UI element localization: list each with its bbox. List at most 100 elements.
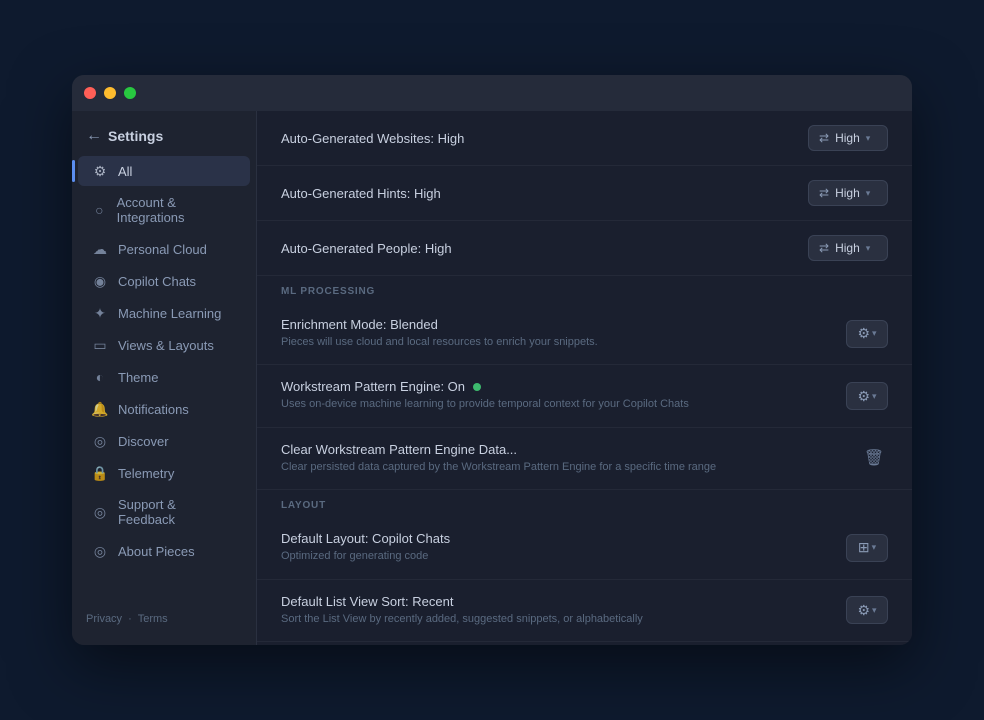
sidebar-item-about[interactable]: ◎ About Pieces [78,536,250,566]
chevron-down-icon: ▾ [866,243,871,254]
layout-icon: ⊞ [858,539,870,556]
close-button[interactable] [84,87,96,99]
setting-control: ⇄ High ▾ [808,180,888,206]
sidebar-item-machine-learning[interactable]: ✦ Machine Learning [78,298,250,328]
sidebar-item-telemetry[interactable]: 🔒 Telemetry [78,458,250,488]
dropdown-value: High [835,131,860,145]
setting-title: Clear Workstream Pattern Engine Data... [281,442,844,457]
sidebar-item-account[interactable]: ○ Account & Integrations [78,188,250,232]
chevron-down-icon: ▾ [872,542,877,553]
list-sort-btn[interactable]: ⚙ ▾ [846,596,888,624]
workstream-engine-btn[interactable]: ⚙ ▾ [846,382,888,410]
setting-info: Workstream Pattern Engine: On Uses on-de… [281,379,830,412]
setting-info: Default List View Sort: Recent Sort the … [281,594,830,627]
setting-control: ⇄ High ▾ [808,125,888,151]
setting-row-clear-workstream: Clear Workstream Pattern Engine Data... … [257,428,912,490]
setting-row-auto-gen-people: Auto-Generated People: High ⇄ High ▾ [257,221,912,276]
gear-icon: ⚙ [857,388,870,405]
setting-title: Auto-Generated Hints: High [281,186,792,201]
status-dot [473,383,481,391]
layout-header: LAYOUT [257,490,912,517]
auto-gen-websites-dropdown[interactable]: ⇄ High ▾ [808,125,888,151]
setting-control: 🗑 [860,444,888,472]
setting-title: Enrichment Mode: Blended [281,317,830,332]
setting-row-list-sort: Default List View Sort: Recent Sort the … [257,580,912,642]
app-window: ← Settings ⚙ All ○ Account & Integration… [72,75,912,645]
sidebar-item-label: Theme [118,370,158,385]
theme-icon: ◐ [92,369,108,385]
about-icon: ◎ [92,543,108,559]
support-icon: ◎ [92,504,108,520]
enrichment-mode-btn[interactable]: ⚙ ▾ [846,320,888,348]
chevron-down-icon: ▾ [872,391,877,402]
sidebar-item-notifications[interactable]: 🔔 Notifications [78,394,250,424]
delete-button[interactable]: 🗑 [860,444,888,472]
sync-icon: ⇄ [819,241,829,255]
all-icon: ⚙ [92,163,108,179]
footer-separator: · [128,613,132,625]
sidebar-title: Settings [108,128,163,144]
setting-title: Workstream Pattern Engine: On [281,379,830,394]
terms-link[interactable]: Terms [138,613,168,625]
main-content: ← Settings ⚙ All ○ Account & Integration… [72,111,912,645]
setting-row-gallery-sort: Default Gallery View Sort: Recent Sort t… [257,642,912,645]
sidebar-item-copilot-chats[interactable]: ◉ Copilot Chats [78,266,250,296]
chevron-down-icon: ▾ [866,188,871,199]
setting-control: ⇄ High ▾ [808,235,888,261]
sidebar-item-label: Discover [118,434,169,449]
sidebar-item-label: All [118,164,132,179]
maximize-button[interactable] [124,87,136,99]
sidebar-item-label: Personal Cloud [118,242,207,257]
discover-icon: ◎ [92,433,108,449]
sidebar-item-label: Notifications [118,402,189,417]
gear-icon: ⚙ [857,325,870,342]
sidebar-item-label: Machine Learning [118,306,221,321]
dropdown-value: High [835,241,860,255]
sync-icon: ⇄ [819,131,829,145]
minimize-button[interactable] [104,87,116,99]
dropdown-value: High [835,186,860,200]
chevron-down-icon: ▾ [872,328,877,339]
gear-icon: ⚙ [857,602,870,619]
default-layout-btn[interactable]: ⊞ ▾ [846,534,888,562]
setting-desc: Pieces will use cloud and local resource… [281,335,830,350]
auto-gen-people-dropdown[interactable]: ⇄ High ▾ [808,235,888,261]
setting-desc: Clear persisted data captured by the Wor… [281,460,844,475]
setting-info: Auto-Generated Hints: High [281,186,792,201]
setting-control: ⊞ ▾ [846,534,888,562]
setting-info: Default Layout: Copilot Chats Optimized … [281,531,830,564]
sidebar-item-label: Account & Integrations [117,195,236,225]
back-button[interactable]: ← Settings [72,121,256,151]
ml-processing-header: ML PROCESSING [257,276,912,303]
setting-desc: Uses on-device machine learning to provi… [281,397,830,412]
sidebar-item-label: Views & Layouts [118,338,214,353]
settings-panel: Auto-Generated Websites: High ⇄ High ▾ A… [257,111,912,645]
setting-title: Default List View Sort: Recent [281,594,830,609]
privacy-link[interactable]: Privacy [86,613,122,625]
sidebar-item-all[interactable]: ⚙ All [78,156,250,186]
setting-row-enrichment-mode: Enrichment Mode: Blended Pieces will use… [257,303,912,365]
setting-row-auto-gen-websites: Auto-Generated Websites: High ⇄ High ▾ [257,111,912,166]
setting-info: Clear Workstream Pattern Engine Data... … [281,442,844,475]
setting-title: Default Layout: Copilot Chats [281,531,830,546]
sidebar-item-personal-cloud[interactable]: ☁ Personal Cloud [78,234,250,264]
sidebar-item-theme[interactable]: ◐ Theme [78,362,250,392]
sync-icon: ⇄ [819,186,829,200]
cloud-icon: ☁ [92,241,108,257]
sidebar-item-support[interactable]: ◎ Support & Feedback [78,490,250,534]
auto-gen-hints-dropdown[interactable]: ⇄ High ▾ [808,180,888,206]
title-bar [72,75,912,111]
setting-desc: Sort the List View by recently added, su… [281,612,830,627]
setting-title: Auto-Generated Websites: High [281,131,792,146]
sidebar: ← Settings ⚙ All ○ Account & Integration… [72,111,257,645]
sidebar-item-discover[interactable]: ◎ Discover [78,426,250,456]
notifications-icon: 🔔 [92,401,108,417]
copilot-icon: ◉ [92,273,108,289]
setting-desc: Optimized for generating code [281,549,830,564]
setting-control: ⚙ ▾ [846,382,888,410]
sidebar-item-views-layouts[interactable]: ▭ Views & Layouts [78,330,250,360]
setting-info: Enrichment Mode: Blended Pieces will use… [281,317,830,350]
ml-icon: ✦ [92,305,108,321]
views-icon: ▭ [92,337,108,353]
account-icon: ○ [92,202,107,218]
